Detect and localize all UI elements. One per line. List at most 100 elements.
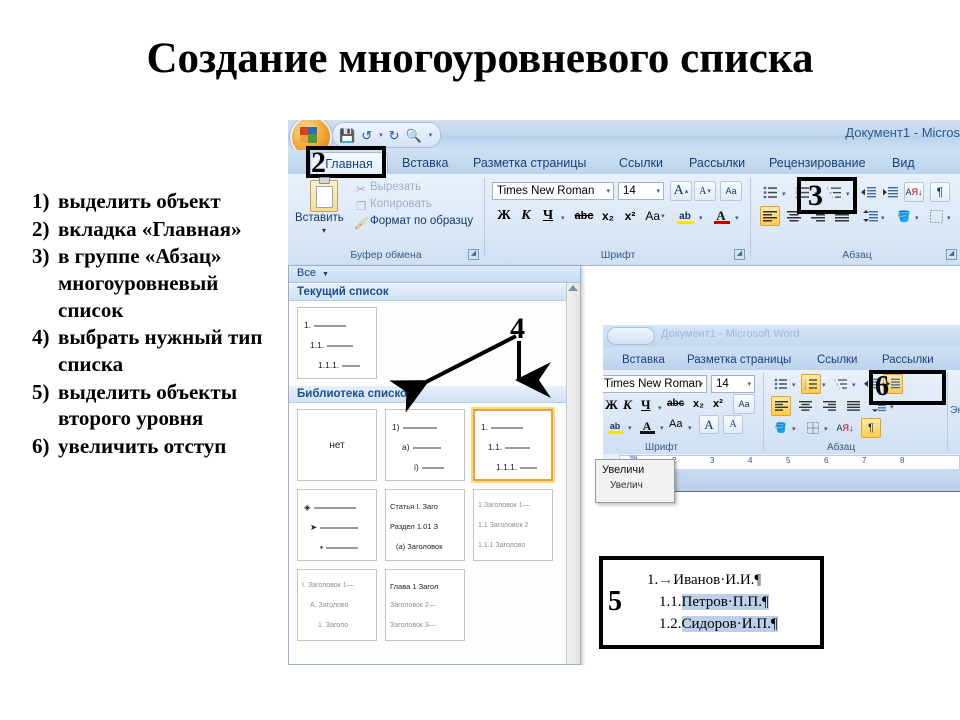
w2-bold-button[interactable]: Ж (605, 397, 618, 413)
chevron-down-icon[interactable]: ▾ (822, 381, 826, 389)
w2-tab-ssylki[interactable]: Ссылки (806, 349, 869, 371)
chevron-down-icon[interactable]: ▾ (658, 404, 662, 412)
w2-font-size-combo[interactable]: 14 ▾ (711, 375, 755, 393)
list-item[interactable]: 1. 1.1. 1.1.1. (297, 307, 377, 379)
font-color-dropdown-icon[interactable]: ▾ (735, 214, 739, 222)
chevron-down-icon[interactable]: ▾ (628, 424, 632, 432)
customize-qat-icon[interactable]: ▾ (429, 131, 433, 139)
chevron-down-icon[interactable]: ▾ (606, 183, 610, 200)
decrease-indent-button[interactable] (858, 182, 878, 202)
borders-button[interactable] (926, 206, 946, 226)
w2-bulleted-list-button[interactable] (771, 374, 791, 394)
highlight-dropdown-icon[interactable]: ▾ (699, 214, 703, 222)
w2-tab-razmetka[interactable]: Разметка страницы (676, 349, 802, 371)
w2-strikethrough-button[interactable]: abc (667, 398, 684, 409)
bulleted-list-dropdown-icon[interactable]: ▾ (782, 190, 786, 198)
grow-font-button[interactable]: A ▴ (670, 181, 692, 201)
shading-dropdown-icon[interactable]: ▾ (915, 214, 919, 222)
chevron-down-icon[interactable]: ▾ (660, 424, 664, 432)
list-item[interactable]: нет (297, 409, 377, 481)
w2-show-formatting-marks-button[interactable]: ¶ (861, 418, 881, 438)
w2-numbered-list-button[interactable]: 1 2 3 (801, 374, 821, 394)
cut-label[interactable]: Вырезать (370, 181, 421, 193)
change-case-button[interactable]: Aa ▾ (643, 206, 667, 226)
w2-underline-button[interactable]: Ч (641, 397, 651, 413)
chevron-down-icon[interactable]: ▾ (824, 425, 828, 433)
chevron-down-icon[interactable]: ▾ (656, 183, 660, 200)
shrink-font-button[interactable]: A ▾ (694, 181, 716, 201)
paste-icon[interactable] (310, 177, 338, 212)
copy-label[interactable]: Копировать (370, 198, 432, 210)
increase-indent-button[interactable] (880, 182, 900, 202)
w2-font-color-button[interactable]: A (637, 417, 657, 435)
list-item[interactable]: Глава 1 Загол Заголовок 2— Заголовок 3— (385, 569, 465, 641)
w2-align-right-button[interactable] (819, 396, 839, 416)
scroll-up-icon[interactable] (568, 285, 578, 291)
chevron-down-icon[interactable]: ▼ (322, 271, 329, 278)
underline-button[interactable]: Ч (538, 206, 558, 226)
paragraph-dialog-launcher-icon[interactable]: ◢ (946, 249, 957, 260)
underline-dropdown-icon[interactable]: ▾ (561, 214, 565, 222)
w2-change-case-button[interactable]: Aa (669, 418, 682, 430)
multilevel-list-gallery[interactable]: Все ▼ Текущий список 1. 1.1. 1.1.1. Библ… (288, 265, 581, 665)
bulleted-list-button[interactable] (760, 182, 780, 202)
w2-multilevel-list-button[interactable]: 1 a i (831, 374, 851, 394)
sort-button[interactable]: AЯ↓ (904, 182, 924, 202)
tab-vid[interactable]: Вид (881, 152, 926, 174)
w2-clear-formatting-button[interactable]: Aa (733, 394, 755, 414)
line-spacing-button[interactable] (860, 206, 880, 226)
font-dialog-launcher-icon[interactable]: ◢ (734, 249, 745, 260)
font-color-button[interactable]: A (710, 206, 732, 226)
w2-align-center-button[interactable] (795, 396, 815, 416)
list-item[interactable]: 1 Заголовок 1— 1.1 Заголовок 2 1.1.1 Заг… (473, 489, 553, 561)
line-spacing-dropdown-icon[interactable]: ▾ (881, 214, 885, 222)
bold-button[interactable]: Ж (494, 206, 514, 226)
tab-vstavka[interactable]: Вставка (391, 152, 459, 174)
w2-superscript-button[interactable]: x² (713, 398, 723, 410)
gallery-scrollbar[interactable] (566, 283, 580, 664)
paste-dropdown-icon[interactable]: ▾ (322, 226, 326, 235)
w2-sort-button[interactable]: AЯ↓ (835, 418, 855, 438)
w2-italic-button[interactable]: К (623, 397, 632, 413)
w2-subscript-button[interactable]: x₂ (693, 398, 704, 410)
highlight-color-button[interactable]: ab (674, 206, 696, 226)
list-item-selected[interactable]: 1. 1.1. 1.1.1. (473, 409, 553, 481)
subscript-button[interactable]: x₂ (598, 206, 618, 226)
align-left-button[interactable] (760, 206, 780, 226)
w2-quick-access-toolbar[interactable] (607, 327, 655, 345)
gallery-filter-bar[interactable]: Все ▼ (289, 266, 580, 283)
print-preview-icon[interactable]: 🔍 (406, 129, 422, 142)
clear-formatting-button[interactable]: Aa (720, 181, 742, 201)
chevron-down-icon[interactable]: ▾ (792, 425, 796, 433)
paste-label[interactable]: Вставить (295, 212, 344, 224)
italic-button[interactable]: К (516, 206, 536, 226)
chevron-down-icon[interactable]: ▾ (792, 381, 796, 389)
w2-shading-button[interactable]: 🪣 (771, 418, 791, 438)
w2-justify-button[interactable] (843, 396, 863, 416)
chevron-down-icon[interactable]: ▾ (852, 381, 856, 389)
chevron-down-icon[interactable]: ▾ (688, 424, 692, 432)
strikethrough-button[interactable]: abc (572, 206, 596, 226)
clipboard-dialog-launcher-icon[interactable]: ◢ (468, 249, 479, 260)
w2-font-name-combo[interactable]: Times New Roman ▾ (603, 375, 707, 393)
w2-grow-font-button[interactable]: A (699, 415, 719, 434)
redo-icon[interactable]: ↻ (389, 129, 400, 142)
w2-shrink-font-button[interactable]: A (723, 415, 743, 434)
borders-dropdown-icon[interactable]: ▾ (947, 214, 951, 222)
tab-retsenzirovanie[interactable]: Рецензирование (758, 152, 877, 174)
chevron-down-icon[interactable]: ▾ (747, 376, 751, 393)
tab-ssylki[interactable]: Ссылки (608, 152, 674, 174)
tab-rassylki[interactable]: Рассылки (678, 152, 756, 174)
font-size-combo[interactable]: 14 ▾ (618, 182, 664, 200)
undo-icon[interactable]: ↺ (361, 129, 372, 142)
w2-tab-vstavka[interactable]: Вставка (611, 349, 676, 371)
show-formatting-marks-button[interactable]: ¶ (930, 182, 950, 202)
list-item[interactable]: I. Заголовок 1— A. Заголово 1. Заголо (297, 569, 377, 641)
font-name-combo[interactable]: Times New Roman ▾ (492, 182, 614, 200)
list-item[interactable]: 1) a) i) (385, 409, 465, 481)
list-item[interactable]: ◈ ➤ ▪ (297, 489, 377, 561)
tab-razmetka[interactable]: Разметка страницы (462, 152, 597, 174)
quick-access-toolbar[interactable]: 💾 ↺ ▾ ↻ 🔍 ▾ (332, 122, 442, 148)
chevron-down-icon[interactable]: ▾ (699, 376, 703, 393)
w2-align-left-button[interactable] (771, 396, 791, 416)
